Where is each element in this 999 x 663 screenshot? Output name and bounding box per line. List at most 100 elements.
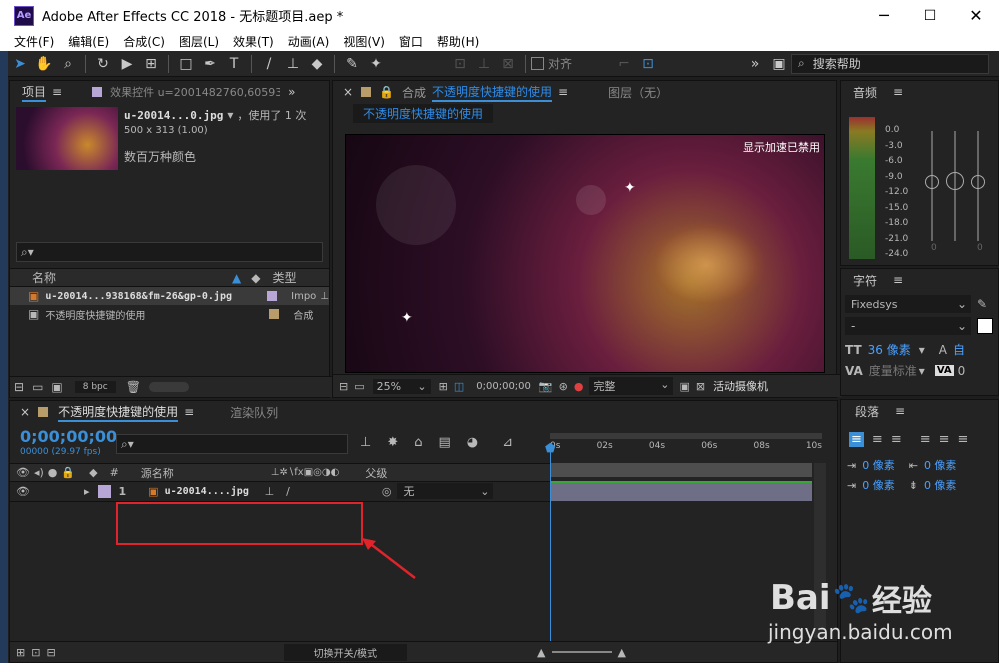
layer-tab[interactable]: 图层（无）: [608, 84, 668, 101]
menu-effect[interactable]: 效果(T): [233, 33, 274, 50]
layer-switches-toggle-icon[interactable]: ⊞: [16, 646, 25, 659]
comp-close-icon[interactable]: ×: [343, 85, 353, 99]
font-size-value[interactable]: 36 像素: [868, 341, 911, 358]
justify-all-icon[interactable]: ≡: [958, 432, 969, 447]
sort-col-type[interactable]: 类型: [272, 269, 296, 286]
layer-quality-switch[interactable]: /: [286, 485, 290, 498]
menu-layer[interactable]: 图层(L): [179, 33, 219, 50]
effects-controls-tab[interactable]: 效果控件 u=2001482760,605938: [110, 84, 280, 100]
audio-knob[interactable]: [946, 172, 964, 190]
parent-pickwhip-icon[interactable]: ◎: [382, 485, 392, 498]
transparency-icon[interactable]: ⊠: [696, 380, 705, 393]
type-tool-icon[interactable]: T: [224, 54, 244, 74]
layer-label-color[interactable]: [97, 484, 111, 498]
render-time-icon[interactable]: ⊟: [46, 646, 55, 659]
sort-col-name[interactable]: 名称: [32, 269, 232, 286]
axis-view-icon[interactable]: ⊠: [498, 54, 518, 74]
interpret-footage-icon[interactable]: ⊟: [14, 380, 24, 394]
monitor-icon[interactable]: ▭: [354, 380, 364, 393]
current-time-handle-icon[interactable]: ⬟: [545, 441, 555, 455]
frame-blending-icon[interactable]: ▤: [439, 435, 451, 450]
snapshot-icon[interactable]: 📷: [539, 380, 553, 393]
rotate-tool-icon[interactable]: ↻: [93, 54, 113, 74]
minimize-icon[interactable]: ─: [861, 6, 907, 25]
pen-tool-icon[interactable]: ✒: [200, 54, 220, 74]
puppet-tool-icon[interactable]: ✦: [366, 54, 386, 74]
snap-checkbox[interactable]: [531, 57, 544, 70]
audio-knob[interactable]: [925, 175, 939, 189]
panel-overflow-icon[interactable]: »: [288, 85, 295, 99]
time-ruler[interactable]: 0s 02s 04s 06s 08s 10s: [550, 431, 822, 461]
label-color-icon[interactable]: [267, 291, 278, 301]
graph-editor-icon[interactable]: ⊿: [502, 435, 513, 450]
chevron-down-icon[interactable]: ▾: [919, 343, 925, 357]
comp-viewer[interactable]: ✦ ✦ 显示加速已禁用: [345, 134, 825, 373]
indent-right-value[interactable]: 0 像素: [924, 457, 957, 473]
quality-dropdown[interactable]: 完整 ⌄: [589, 377, 674, 395]
toggle-switches-modes-button[interactable]: 切换开关/模式: [283, 643, 408, 661]
tracking-value[interactable]: 0: [958, 364, 966, 378]
channel-icon[interactable]: ⊛: [559, 380, 568, 393]
timeline-menu-icon[interactable]: ≡: [184, 405, 194, 419]
audio-menu-icon[interactable]: ≡: [893, 85, 903, 99]
project-tab-menu-icon[interactable]: ≡: [52, 85, 62, 99]
new-comp-icon[interactable]: ▣: [51, 380, 62, 394]
eraser-tool-icon[interactable]: ◆: [307, 54, 327, 74]
menu-animation[interactable]: 动画(A): [288, 33, 330, 50]
project-tab[interactable]: 项目: [22, 83, 47, 102]
para-menu-icon[interactable]: ≡: [895, 404, 905, 418]
search-help-input[interactable]: ⌕ 搜索帮助: [791, 53, 989, 74]
zoom-dropdown[interactable]: 25% ⌄: [372, 378, 431, 394]
mask-icon[interactable]: ◫: [454, 380, 464, 393]
align-left-icon[interactable]: ≡: [849, 432, 864, 447]
align-center-icon[interactable]: ≡: [872, 432, 883, 447]
workspace-icon[interactable]: ▣: [769, 54, 789, 74]
motion-blur-icon[interactable]: ◕: [467, 435, 478, 450]
layer-visibility-icon[interactable]: 👁: [16, 485, 30, 498]
region-icon[interactable]: ▣: [679, 380, 689, 393]
comp-breadcrumb[interactable]: 不透明度快捷键的使用: [353, 103, 494, 123]
label-col-icon[interactable]: ◆: [89, 466, 97, 479]
shy-layers-icon[interactable]: ⌂: [414, 435, 422, 450]
menu-edit[interactable]: 编辑(E): [68, 33, 109, 50]
source-name-header[interactable]: 源名称: [141, 465, 271, 481]
snap-grid-icon[interactable]: ⊡: [638, 54, 658, 74]
new-folder-icon[interactable]: ▭: [32, 380, 43, 394]
indent-left-value[interactable]: 0 像素: [862, 457, 895, 473]
solo-icon[interactable]: ●: [48, 466, 58, 479]
align-right-icon[interactable]: ≡: [891, 432, 902, 447]
zoom-in-mountain-icon[interactable]: ▲: [618, 646, 626, 659]
project-search-input[interactable]: ⌕▾: [16, 242, 323, 262]
always-preview-icon[interactable]: ⊟: [339, 380, 348, 393]
camera-tool-icon[interactable]: ▶: [117, 54, 137, 74]
selection-tool-icon[interactable]: ➤: [10, 54, 30, 74]
camera-dropdown[interactable]: 活动摄像机: [713, 378, 768, 394]
lock-col-icon[interactable]: 🔒: [61, 466, 75, 479]
audio-knob[interactable]: [971, 175, 985, 189]
leading-value[interactable]: 自: [953, 341, 965, 358]
timeline-comp-tab[interactable]: 不透明度快捷键的使用: [58, 403, 179, 422]
work-area-bar[interactable]: [550, 433, 822, 439]
draft-3d-icon[interactable]: ✸: [387, 435, 398, 450]
expand-workspace-icon[interactable]: »: [745, 54, 765, 74]
comp-timecode[interactable]: 0;00;00;00: [476, 381, 531, 392]
layer-row[interactable]: 👁 ▸ 1 ▣ u-20014....jpg ⊥ / ◎ 无 ⌄: [10, 481, 550, 502]
audio-switch-icon[interactable]: ◂): [34, 466, 44, 479]
label-col-icon[interactable]: ◆: [251, 271, 260, 285]
close-icon[interactable]: ✕: [953, 6, 999, 25]
char-menu-icon[interactable]: ≡: [893, 273, 903, 287]
hand-tool-icon[interactable]: ✋: [34, 54, 54, 74]
chevron-down-icon[interactable]: ▾: [919, 364, 925, 378]
snap-option-icon[interactable]: ⌐: [614, 54, 634, 74]
brush-tool-icon[interactable]: /: [259, 54, 279, 74]
justify-center-icon[interactable]: ≡: [939, 432, 950, 447]
comp-mini-flowchart-icon[interactable]: ⊥: [360, 435, 371, 450]
fill-color-swatch[interactable]: [977, 318, 993, 334]
timeline-search-input[interactable]: ⌕▾: [116, 434, 348, 454]
justify-left-icon[interactable]: ≡: [920, 432, 931, 447]
menu-window[interactable]: 窗口: [399, 33, 423, 50]
layer-duration-bar[interactable]: [550, 481, 812, 501]
comp-lock-icon[interactable]: 🔒: [379, 85, 394, 99]
current-time-indicator[interactable]: [550, 445, 551, 645]
sort-arrow-icon[interactable]: ▲: [232, 271, 241, 285]
